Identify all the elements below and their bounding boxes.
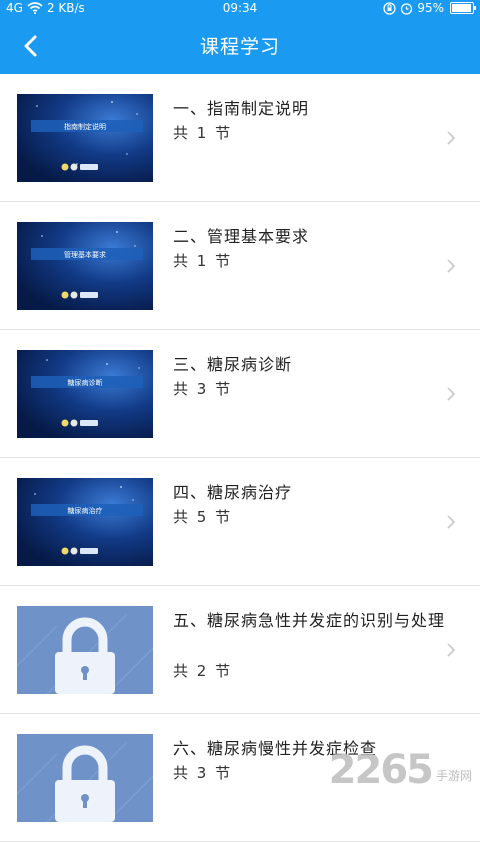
course-thumbnail: 糖尿病治疗 [17,478,153,566]
course-thumbnail: 指南制定说明 [17,94,153,182]
lesson-count: 共 3 节 [173,380,233,398]
battery-icon [450,2,476,14]
course-thumbnail-locked [17,606,153,694]
thumbnail-caption: 指南制定说明 [64,122,106,131]
rotation-lock-icon [383,1,396,15]
course-title: 一、指南制定说明 [173,99,310,118]
app-header: 课程学习 [0,18,480,74]
lesson-count: 共 3 节 [173,764,233,782]
course-thumbnail: 管理基本要求 [17,222,153,310]
watermark-logo: 2265 [328,747,434,793]
thumbnail-caption: 糖尿病诊断 [68,378,103,387]
course-title: 五、糖尿病急性并发症的识别与处理 [173,611,446,630]
lesson-count: 共 5 节 [173,508,233,526]
thumbnail-caption: 糖尿病治疗 [68,506,103,515]
course-item[interactable]: 糖尿病治疗 四、糖尿病治疗 共 5 节 [0,458,480,586]
chevron-right-icon [447,515,456,529]
chevron-right-icon [447,259,456,273]
site-watermark: 2265 手游网 [329,750,472,790]
battery-percent: 95% [417,1,444,15]
course-item[interactable]: 指南制定说明 一、指南制定说明 共 1 节 [0,74,480,202]
course-item[interactable]: 糖尿病诊断 三、糖尿病诊断 共 3 节 [0,330,480,458]
chevron-right-icon [447,387,456,401]
lesson-count: 共 2 节 [173,662,233,680]
course-thumbnail-locked [17,734,153,822]
course-list: 指南制定说明 一、指南制定说明 共 1 节 管理基本要求 二、管理基本要求 共 … [0,74,480,842]
course-title: 二、管理基本要求 [173,227,310,246]
course-item[interactable]: 五、糖尿病急性并发症的识别与处理 共 2 节 [0,586,480,714]
chevron-right-icon [447,131,456,145]
thumbnail-caption: 管理基本要求 [64,250,106,259]
status-bar: 4G 2 KB/s 09:34 95% [0,0,480,18]
course-item[interactable]: 管理基本要求 二、管理基本要求 共 1 节 [0,202,480,330]
alarm-icon [401,2,413,15]
page-title: 课程学习 [199,36,280,58]
chevron-right-icon [447,643,456,657]
lesson-count: 共 1 节 [173,252,233,270]
course-title: 三、糖尿病诊断 [173,355,293,374]
course-thumbnail: 糖尿病诊断 [17,350,153,438]
watermark-caption: 手游网 [435,769,472,783]
lesson-count: 共 1 节 [173,124,233,142]
course-title: 四、糖尿病治疗 [173,483,293,502]
